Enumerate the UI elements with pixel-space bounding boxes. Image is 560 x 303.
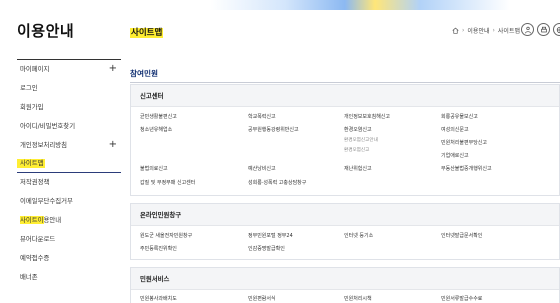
sidebar-item-copyright[interactable]: 저작권정책: [17, 173, 121, 192]
top-decoration: [0, 0, 560, 10]
link[interactable]: 청소년유해업소: [140, 126, 172, 133]
sub-link[interactable]: 환경오염신고: [344, 147, 369, 153]
sidebar-item-site-guide[interactable]: 사이트이용안내: [17, 211, 121, 230]
sidebar-title: 이용안내: [17, 22, 75, 40]
link[interactable]: 공무원행동강령위반신고: [248, 126, 299, 133]
link[interactable]: 학교폭력신고: [248, 113, 276, 120]
link[interactable]: 갑질 및 부정부패 신고센터: [140, 179, 195, 186]
online-petition-box: 온라인민원창구 원도군 새올전자민원창구 정부민원포털 정부24 인터넷 등기소…: [130, 203, 560, 260]
link[interactable]: 민원처리불편부당신고: [441, 139, 487, 146]
link[interactable]: 여성의신문고: [441, 126, 469, 133]
sitemap-icon[interactable]: [553, 23, 560, 36]
link[interactable]: 부동산불법중개행위신고: [441, 165, 492, 172]
box-title: 온라인민원창구: [131, 204, 559, 226]
report-center-box: 신고센터 균민생활불편신고 학교폭력신고 개인정보보호침해신고 회룡공유물보신고…: [130, 84, 560, 196]
section-title: 참여민원: [130, 69, 158, 78]
sidebar-item-find-id[interactable]: 아이디/비밀번호찾기: [17, 117, 121, 136]
link[interactable]: 개인정보보호침해신고: [344, 113, 390, 120]
sidebar-item-privacy[interactable]: 개인정보처리방침 +: [17, 136, 121, 155]
breadcrumb-current: 사이트맵: [497, 28, 520, 35]
sidebar-item-login[interactable]: 로그인: [17, 79, 121, 98]
link[interactable]: 민원편람서식: [248, 295, 276, 302]
sidebar-item-mypage[interactable]: 마이페이지 +: [17, 60, 121, 79]
sidebar-item-banner[interactable]: 배너존: [17, 268, 121, 287]
sidebar-item-reservation[interactable]: 예약접수증: [17, 249, 121, 268]
toolbar: [521, 23, 560, 36]
link[interactable]: 기업애로신고: [441, 152, 469, 159]
box-title: 민원서비스: [131, 268, 559, 290]
sidebar-menu: 마이페이지 + 로그인 회원가입 아이디/비밀번호찾기 개인정보처리방침 + 사이트…: [17, 59, 121, 287]
sidebar-item-viewer[interactable]: 뷰어다운로드: [17, 230, 121, 249]
sub-link[interactable]: 환경오염신고안내: [344, 137, 378, 143]
link[interactable]: 인감증명발급확인: [248, 245, 285, 252]
home-icon[interactable]: [452, 27, 459, 34]
link[interactable]: 민원처리시책: [344, 295, 372, 302]
breadcrumb-item[interactable]: 이용안내: [467, 26, 489, 35]
link[interactable]: 인터넷 등기소: [344, 232, 373, 239]
link[interactable]: 예산낭비신고: [248, 165, 276, 172]
box-title: 신고센터: [131, 85, 559, 107]
link[interactable]: 주민등록진위확인: [140, 245, 177, 252]
link[interactable]: 재난위험신고: [344, 165, 372, 172]
print-icon[interactable]: [537, 23, 550, 36]
link[interactable]: 정부민원포털 정부24: [248, 232, 293, 239]
sidebar-item-email-refuse[interactable]: 이메일무단수집거부: [17, 192, 121, 211]
link[interactable]: 민원서류발급수수료: [441, 295, 482, 302]
plus-icon[interactable]: +: [109, 136, 117, 155]
breadcrumb: › 이용안내 › 사이트맵: [452, 26, 520, 35]
link[interactable]: 원도군 새올전자민원창구: [140, 232, 192, 239]
petition-service-box: 민원서비스 민원봉사과배치도 민원편람서식 민원처리시책 민원서류발급수수료: [130, 267, 560, 303]
link[interactable]: 민원봉사과배치도: [140, 295, 177, 302]
link[interactable]: 성희롱·성폭력 고충상담창구: [248, 179, 306, 186]
sidebar-item-join[interactable]: 회원가입: [17, 98, 121, 117]
link[interactable]: 불법의료신고: [140, 165, 168, 172]
link[interactable]: 환경오염신고: [344, 126, 372, 133]
sidebar-item-sitemap[interactable]: 사이트맵: [17, 154, 121, 174]
link[interactable]: 균민생활불편신고: [140, 113, 177, 120]
share-icon[interactable]: [521, 23, 534, 36]
section-divider: [130, 82, 560, 83]
page-title: 사이트맵: [130, 28, 164, 38]
link[interactable]: 인터넷발급문서확인: [441, 232, 482, 239]
link[interactable]: 회룡공유물보신고: [441, 113, 478, 120]
sidebar: 이용안내 마이페이지 + 로그인 회원가입 아이디/비밀번호찾기 개인정보처리방침…: [0, 14, 128, 303]
plus-icon[interactable]: +: [109, 60, 117, 79]
